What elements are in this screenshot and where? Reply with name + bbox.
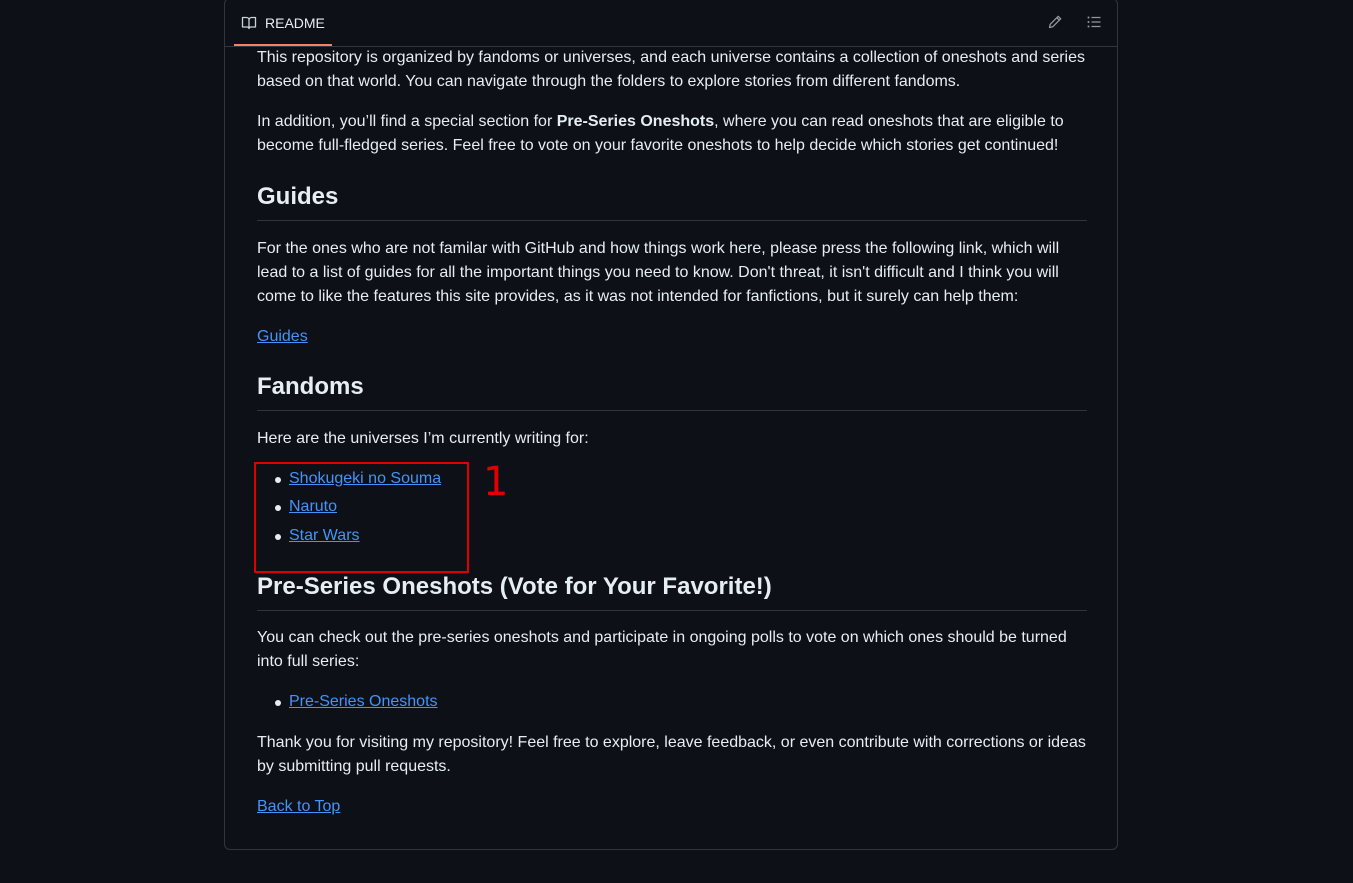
preseries-oneshots-link[interactable]: Pre-Series Oneshots xyxy=(289,693,438,710)
preseries-paragraph: You can check out the pre-series oneshot… xyxy=(257,629,1067,670)
outline-button[interactable] xyxy=(1084,12,1104,32)
edit-file-button[interactable] xyxy=(1045,12,1065,32)
preseries-bold-text: Pre-Series Oneshots xyxy=(556,113,715,130)
list-unordered-icon xyxy=(1087,16,1101,28)
annotation-highlight-box xyxy=(254,462,469,573)
readme-panel: README This repository is organized by f… xyxy=(224,0,1118,850)
readme-tabbar: README xyxy=(225,0,1117,47)
guides-link[interactable]: Guides xyxy=(257,325,308,349)
preseries-list: Pre-Series Oneshots xyxy=(257,690,438,714)
pencil-icon xyxy=(1048,15,1062,29)
tab-readme[interactable]: README xyxy=(234,1,332,46)
annotation-number: 1 xyxy=(483,459,509,505)
list-item: Pre-Series Oneshots xyxy=(275,690,438,714)
preseries-intro-paragraph: In addition, you’ll find a special secti… xyxy=(257,113,1064,154)
book-icon xyxy=(241,16,257,29)
tab-readme-label: README xyxy=(265,14,325,31)
fandoms-paragraph: Here are the universes I’m currently wri… xyxy=(257,430,589,447)
guides-heading: Guides xyxy=(257,182,1087,221)
preseries-heading: Pre-Series Oneshots (Vote for Your Favor… xyxy=(257,572,1087,611)
guides-paragraph: For the ones who are not familar with Gi… xyxy=(257,240,1060,305)
fandoms-heading: Fandoms xyxy=(257,372,1087,411)
back-to-top-link[interactable]: Back to Top xyxy=(257,795,340,819)
closing-paragraph: Thank you for visiting my repository! Fe… xyxy=(257,734,1086,775)
intro-paragraph: This repository is organized by fandoms … xyxy=(257,49,1086,90)
